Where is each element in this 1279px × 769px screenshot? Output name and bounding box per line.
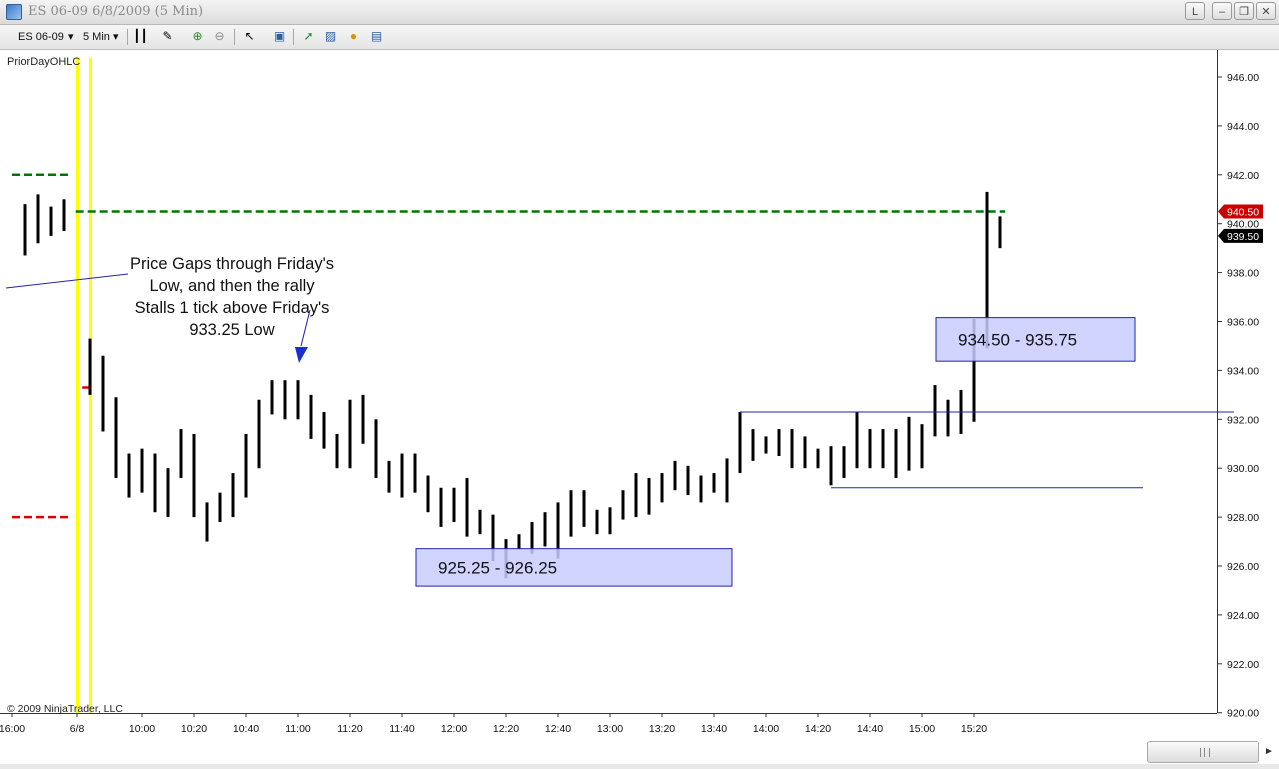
x-tick-label: 10:00 (129, 723, 155, 735)
x-tick-label: 13:20 (649, 723, 675, 735)
price-chart[interactable]: 925.25 - 926.25 934.50 - 935.75 Price Gaps… (0, 50, 1279, 764)
cursor-icon[interactable]: ↖ (242, 29, 257, 44)
status-strip (0, 764, 1279, 769)
price-marker-label: 939.50 (1227, 231, 1259, 243)
y-tick-label: 928.00 (1227, 512, 1259, 524)
drawing-tool-icon[interactable]: ✎ (160, 29, 175, 44)
title-bar: ES 06-09 6/8/2009 (5 Min) L – ❐ ✕ (0, 0, 1279, 25)
properties-icon[interactable]: ▤ (369, 29, 384, 44)
y-tick-label: 938.00 (1227, 268, 1259, 280)
arrow-down-icon (295, 347, 308, 363)
y-tick-label: 926.00 (1227, 561, 1259, 573)
scroll-grip-icon (1200, 748, 1210, 757)
annotations: 925.25 - 926.25 934.50 - 935.75 Price Gaps… (5, 255, 1234, 587)
x-tick-label: 14:00 (753, 723, 779, 735)
x-tick-label: 10:40 (233, 723, 259, 735)
indicators-icon[interactable]: ➚ (301, 29, 316, 44)
toolbar-divider (127, 29, 128, 45)
x-tick-label: 13:00 (597, 723, 623, 735)
zoom-in-icon[interactable]: ⊕ (190, 29, 205, 44)
axes: 946.00 944.00 942.00 940.00 938.00 936.00 934.… (0, 50, 1263, 735)
x-tick-label: 11:20 (337, 723, 363, 735)
maximize-button[interactable]: ❐ (1234, 2, 1254, 20)
y-tick-label: 932.00 (1227, 414, 1259, 426)
zoom-out-icon[interactable]: ⊖ (212, 29, 227, 44)
x-tick-label: 16:00 (0, 723, 25, 735)
chevron-down-icon[interactable]: ▾ (68, 29, 74, 45)
y-tick-label: 942.00 (1227, 170, 1259, 182)
price-zone-label: 925.25 - 926.25 (438, 558, 557, 577)
gap-annotation-text: 933.25 Low (189, 321, 274, 339)
x-tick-label: 10:20 (181, 723, 207, 735)
gap-annotation-text: Stalls 1 tick above Friday's (135, 299, 330, 317)
x-tick-label: 13:40 (701, 723, 727, 735)
price-marker-label: 940.50 (1227, 206, 1259, 218)
y-tick-label: 946.00 (1227, 72, 1259, 84)
annotation-pointer-line (5, 273, 129, 289)
y-tick-label: 944.00 (1227, 121, 1259, 133)
window-title: ES 06-09 6/8/2009 (5 Min) (28, 4, 204, 19)
indicator-label: PriorDayOHLC (7, 56, 80, 68)
price-zone-label: 934.50 - 935.75 (958, 330, 1077, 349)
y-tick-label: 920.00 (1227, 708, 1259, 720)
chart-toolbar: ES 06-09 ▾ 5 Min ▾ ┃┃ ✎ ⊕ ⊖ ↖ ▣ ➚ ▨ ● ▤ (0, 25, 1279, 50)
bar-style-icon[interactable]: ┃┃ (133, 29, 148, 44)
y-tick-label: 940.00 (1227, 219, 1259, 231)
price-bars (23, 191, 1002, 579)
x-tick-label: 12:40 (545, 723, 571, 735)
interval-selector[interactable]: 5 Min (83, 29, 110, 45)
close-button[interactable]: ✕ (1256, 2, 1276, 20)
gap-annotation-text: Low, and then the rally (149, 277, 315, 295)
gap-annotation-text: Price Gaps through Friday's (130, 255, 334, 273)
link-button[interactable]: L (1185, 2, 1205, 20)
x-tick-label: 6/8 (70, 723, 85, 735)
x-tick-label: 14:40 (857, 723, 883, 735)
copyright-text: © 2009 NinjaTrader, LLC (7, 703, 123, 715)
chevron-down-icon[interactable]: ▾ (113, 29, 119, 45)
x-tick-label: 15:20 (961, 723, 987, 735)
orders-icon[interactable]: ● (346, 29, 361, 44)
instrument-selector[interactable]: ES 06-09 (18, 29, 64, 45)
x-tick-label: 11:00 (285, 723, 311, 735)
strategies-icon[interactable]: ▨ (323, 29, 338, 44)
x-tick-label: 12:20 (493, 723, 519, 735)
x-tick-label: 15:00 (909, 723, 935, 735)
minimize-button[interactable]: – (1212, 2, 1232, 20)
x-tick-label: 14:20 (805, 723, 831, 735)
y-tick-label: 922.00 (1227, 659, 1259, 671)
y-tick-label: 924.00 (1227, 610, 1259, 622)
y-tick-label: 934.00 (1227, 365, 1259, 377)
app-icon (6, 4, 22, 20)
scroll-right-icon[interactable]: ► (1261, 741, 1277, 763)
x-tick-label: 11:40 (389, 723, 415, 735)
horizontal-scrollbar[interactable] (1147, 741, 1259, 763)
data-box-icon[interactable]: ▣ (272, 29, 287, 44)
x-tick-label: 12:00 (441, 723, 467, 735)
y-tick-label: 936.00 (1227, 317, 1259, 329)
toolbar-divider (293, 29, 294, 45)
toolbar-divider (234, 29, 235, 45)
y-tick-label: 930.00 (1227, 463, 1259, 475)
